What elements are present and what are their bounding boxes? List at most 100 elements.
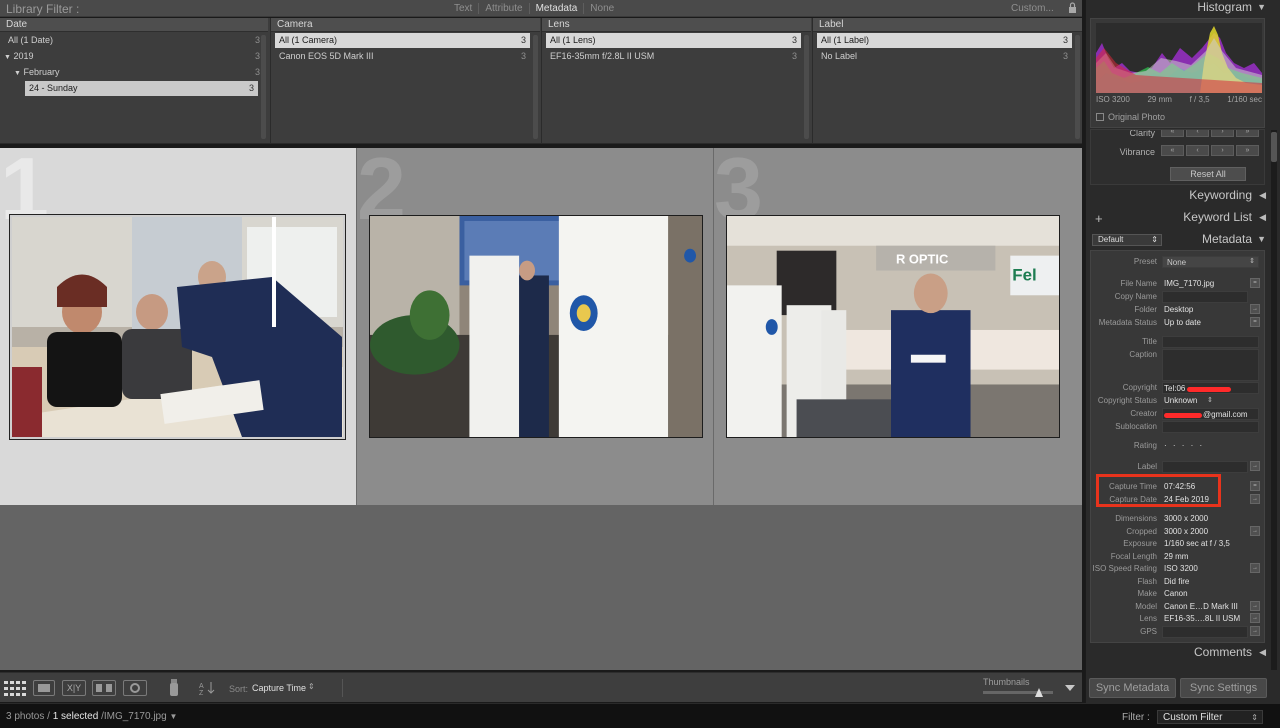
copyright-field[interactable]: Tel:06 [1162, 382, 1259, 394]
photo-thumbnail[interactable]: R OPTIC Fel [726, 215, 1060, 438]
metadata-value: 3000 x 2000 [1164, 514, 1209, 523]
keywording-panel-header[interactable]: Keywording ◀ [1090, 188, 1270, 208]
photo-thumbnail[interactable] [9, 214, 346, 440]
scrollbar-thumb[interactable] [1271, 132, 1277, 162]
lock-icon[interactable] [1068, 2, 1077, 13]
copyright-status-select[interactable]: Unknown [1164, 396, 1197, 405]
compare-view-icon[interactable]: X|Y [62, 680, 86, 696]
filter-mode-none[interactable]: None [583, 3, 620, 14]
filter-row-all-dates[interactable]: All (1 Date) 3 [4, 33, 264, 48]
filter-row-year[interactable]: ▼ 2019 3 [4, 49, 264, 64]
sync-settings-button[interactable]: Sync Settings [1180, 678, 1267, 698]
loupe-view-icon[interactable] [33, 680, 55, 696]
action-button[interactable]: → [1250, 563, 1260, 573]
keyword-list-panel-header[interactable]: Keyword List ◀ [1090, 210, 1270, 230]
action-button[interactable]: = [1250, 278, 1260, 288]
filter-preset-dropdown[interactable]: Custom... [1011, 3, 1054, 14]
sort-dropdown[interactable]: Capture Time [252, 683, 306, 693]
grid-view-icon[interactable] [4, 681, 26, 696]
metadata-panel-header[interactable]: Metadata ▼ [1090, 232, 1270, 252]
copy-name-field[interactable] [1162, 291, 1248, 303]
scrollbar[interactable] [261, 35, 266, 139]
rating-stars[interactable]: · · · · · [1164, 441, 1204, 450]
filter-mode-text[interactable]: Text [448, 3, 478, 14]
gps-field[interactable] [1162, 626, 1248, 638]
clarity-decrease-large-button[interactable]: « [1161, 130, 1184, 137]
vibrance-increase-large-button[interactable]: » [1236, 145, 1259, 156]
action-button[interactable]: → [1250, 613, 1260, 623]
filter-row-lens[interactable]: EF16-35mm f/2.8L II USM 3 [546, 49, 801, 64]
creator-field[interactable]: @gmail.com [1162, 408, 1259, 420]
survey-view-icon[interactable] [92, 680, 116, 696]
chevron-down-icon[interactable]: ▼ [169, 712, 177, 721]
clarity-increase-large-button[interactable]: » [1236, 130, 1259, 137]
reset-all-button[interactable]: Reset All [1170, 167, 1246, 181]
action-button[interactable]: → [1250, 626, 1260, 636]
filter-row-day[interactable]: 24 - Sunday 3 [25, 81, 258, 96]
clarity-increase-button[interactable]: › [1211, 130, 1234, 137]
vibrance-decrease-large-button[interactable]: « [1161, 145, 1184, 156]
selected-filename: /IMG_7170.jpg [101, 711, 167, 722]
filter-column-header[interactable]: Camera [271, 18, 540, 32]
filter-row-month[interactable]: ▼ February 3 [4, 65, 264, 80]
filter-select[interactable]: Custom Filter ⇕ [1157, 710, 1263, 724]
filter-row-label: Canon EOS 5D Mark III [279, 51, 374, 61]
action-button[interactable]: → [1250, 494, 1260, 504]
status-bar: 3 photos / 1 selected /IMG_7170.jpg ▼ Fi… [0, 703, 1280, 728]
chevron-updown-icon: ⇕ [1207, 397, 1213, 404]
scrollbar[interactable] [1075, 35, 1080, 139]
clarity-decrease-button[interactable]: ‹ [1186, 130, 1209, 137]
filter-row-all-lenses[interactable]: All (1 Lens) 3 [546, 33, 801, 48]
vibrance-increase-button[interactable]: › [1211, 145, 1234, 156]
disclosure-triangle-icon[interactable]: ▼ [14, 70, 21, 77]
thumbnail-size-slider[interactable] [983, 688, 1053, 697]
action-button[interactable]: → [1250, 304, 1260, 314]
metadata-key: Caption [1129, 350, 1157, 359]
filter-column-header[interactable]: Date [0, 18, 268, 32]
scrollbar[interactable] [804, 35, 809, 139]
filter-row-no-label[interactable]: No Label 3 [817, 49, 1072, 64]
people-view-icon[interactable] [123, 680, 147, 696]
sync-metadata-button[interactable]: Sync Metadata [1089, 678, 1176, 698]
metadata-row-rating: Rating · · · · · [1091, 440, 1266, 452]
action-button[interactable]: → [1250, 601, 1260, 611]
slider-knob[interactable] [1035, 688, 1043, 697]
toolbar-menu-icon[interactable] [1063, 681, 1077, 695]
metadata-value: 29 mm [1164, 552, 1189, 561]
grid-cell[interactable]: 2 [357, 148, 714, 505]
filter-row-camera[interactable]: Canon EOS 5D Mark III 3 [275, 49, 530, 64]
filter-row-all-cameras[interactable]: All (1 Camera) 3 [275, 33, 530, 48]
action-button[interactable]: → [1250, 526, 1260, 536]
preset-select[interactable]: None ⇕ [1162, 256, 1259, 268]
photo-thumbnail[interactable] [369, 215, 703, 438]
disclosure-triangle-icon[interactable]: ▼ [4, 54, 11, 61]
right-panel-scrollbar[interactable] [1271, 130, 1277, 670]
filter-mode-metadata[interactable]: Metadata [528, 3, 584, 14]
metadata-row-make: Make Canon [1091, 588, 1266, 600]
comments-panel-header[interactable]: Comments ◀ [1090, 645, 1270, 665]
filter-column-header[interactable]: Lens [542, 18, 811, 32]
metadata-row-sublocation: Sublocation [1091, 421, 1266, 433]
metadata-key: Copyright [1122, 383, 1157, 392]
chevron-updown-icon[interactable]: ⇕ [308, 682, 315, 691]
filter-mode-attribute[interactable]: Attribute [478, 3, 528, 14]
metadata-value[interactable]: IMG_7170.jpg [1164, 279, 1214, 288]
action-button[interactable]: → [1250, 461, 1260, 471]
sort-direction-icon[interactable]: A Z [199, 680, 221, 696]
painter-icon[interactable] [168, 679, 180, 697]
checkbox[interactable] [1096, 113, 1104, 121]
filter-row-all-labels[interactable]: All (1 Label) 3 [817, 33, 1072, 48]
grid-cell[interactable]: 3 R OPTIC Fel [714, 148, 1082, 505]
caption-field[interactable] [1162, 349, 1259, 381]
scrollbar[interactable] [533, 35, 538, 139]
action-button[interactable]: = [1250, 481, 1260, 491]
vibrance-decrease-button[interactable]: ‹ [1186, 145, 1209, 156]
histogram-panel-header[interactable]: Histogram ▼ [1090, 0, 1270, 20]
grid-cell[interactable]: 1 [0, 148, 357, 505]
original-photo-toggle[interactable]: Original Photo [1096, 112, 1165, 122]
label-field[interactable] [1162, 461, 1248, 473]
sublocation-field[interactable] [1162, 421, 1259, 433]
action-button[interactable]: = [1250, 317, 1260, 327]
title-field[interactable] [1162, 336, 1259, 348]
filter-column-header[interactable]: Label [813, 18, 1082, 32]
